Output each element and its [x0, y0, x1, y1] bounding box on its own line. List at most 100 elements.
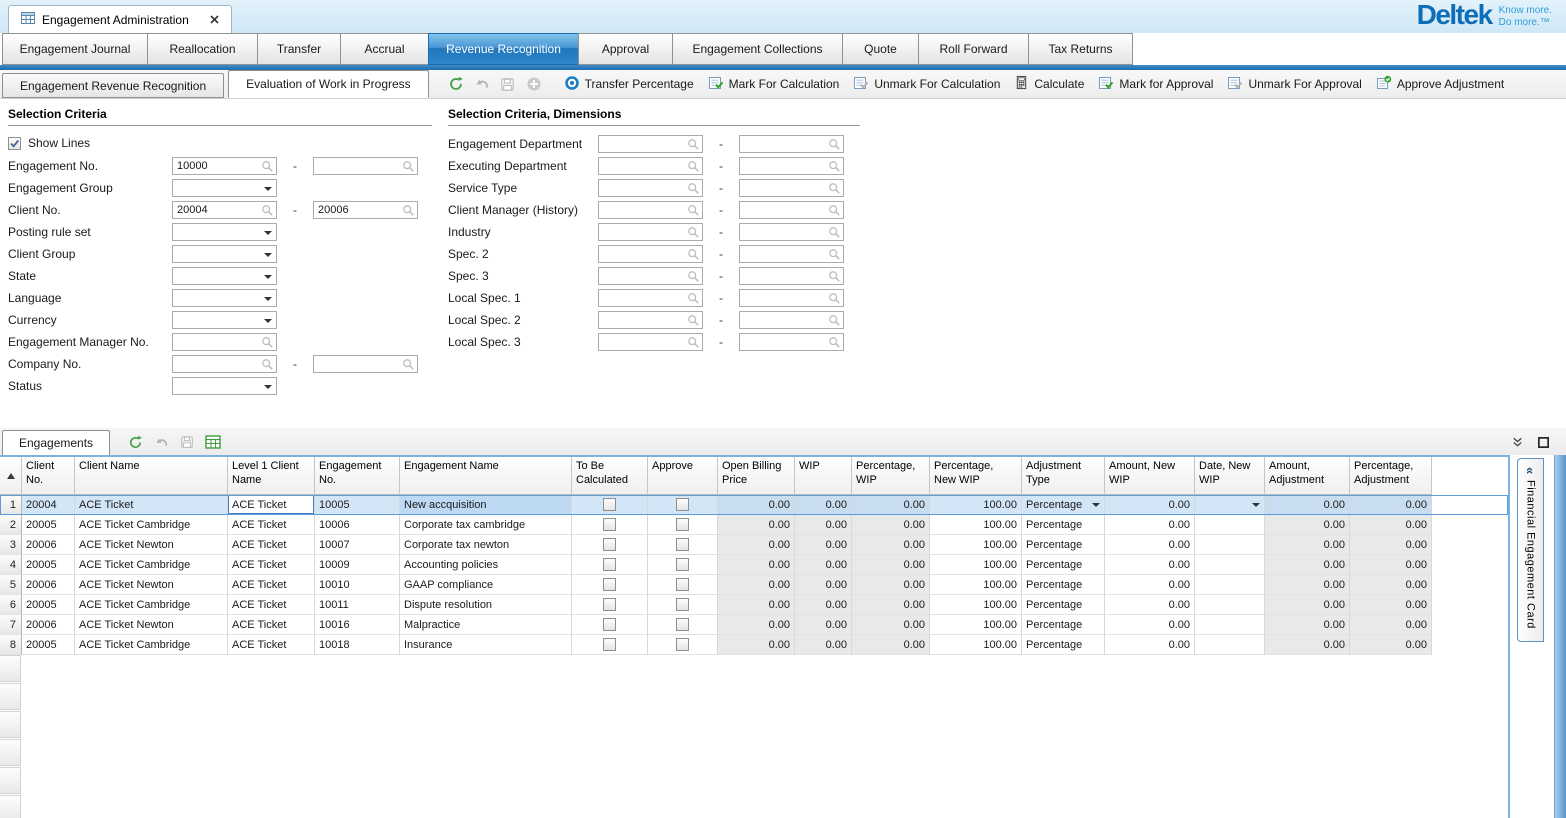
- cell-date_new_wip[interactable]: [1195, 555, 1265, 575]
- row-number[interactable]: 6: [0, 595, 22, 615]
- column-header-level1_client_name[interactable]: Level 1 Client Name: [228, 457, 315, 495]
- engagement-group-dropdown[interactable]: [172, 179, 277, 197]
- to_be_calculated-checkbox[interactable]: [603, 498, 616, 511]
- search-icon[interactable]: [261, 160, 274, 176]
- cell-to_be_calculated[interactable]: [572, 635, 648, 655]
- search-icon[interactable]: [828, 248, 841, 264]
- transfer-percentage-button[interactable]: Transfer Percentage: [557, 72, 701, 96]
- cell-approve[interactable]: [648, 515, 718, 535]
- search-icon[interactable]: [687, 270, 700, 286]
- main-tab-engagement-collections[interactable]: Engagement Collections: [672, 33, 843, 65]
- search-icon[interactable]: [261, 358, 274, 374]
- main-tab-accrual[interactable]: Accrual: [340, 33, 429, 65]
- cell-to_be_calculated[interactable]: [572, 575, 648, 595]
- currency-dropdown[interactable]: [172, 311, 277, 329]
- state-dropdown[interactable]: [172, 267, 277, 285]
- main-tab-reallocation[interactable]: Reallocation: [147, 33, 258, 65]
- main-tab-engagement-journal[interactable]: Engagement Journal: [2, 33, 148, 65]
- approve-checkbox[interactable]: [676, 598, 689, 611]
- posting-rule-set-dropdown[interactable]: [172, 223, 277, 241]
- table-view-icon[interactable]: [202, 431, 224, 453]
- client-group-dropdown[interactable]: [172, 245, 277, 263]
- engagement-department-to-input[interactable]: [739, 135, 844, 153]
- row-number[interactable]: 5: [0, 575, 22, 595]
- row-number[interactable]: 2: [0, 515, 22, 535]
- sub-tab-evaluation-of-work-in-progress[interactable]: Evaluation of Work in Progress: [228, 70, 429, 98]
- column-header-amount_adjustment[interactable]: Amount, Adjustment: [1265, 457, 1350, 495]
- search-icon[interactable]: [828, 138, 841, 154]
- approve-checkbox[interactable]: [676, 498, 689, 511]
- maximize-panel-icon[interactable]: [1534, 433, 1552, 451]
- search-icon[interactable]: [687, 314, 700, 330]
- undo-button[interactable]: [150, 431, 172, 453]
- cell-date_new_wip[interactable]: [1195, 535, 1265, 555]
- calculate-button[interactable]: Calculate: [1007, 72, 1091, 96]
- row-number[interactable]: 7: [0, 615, 22, 635]
- table-row[interactable]: 120004ACE TicketACE Ticket10005New accqu…: [0, 495, 1508, 515]
- to_be_calculated-checkbox[interactable]: [603, 598, 616, 611]
- cell-adjustment_type[interactable]: Percentage: [1022, 615, 1105, 635]
- cell-adjustment_type[interactable]: Percentage: [1022, 515, 1105, 535]
- spec-3-from-input[interactable]: [598, 267, 703, 285]
- document-tab-engagement-administration[interactable]: Engagement Administration: [8, 5, 232, 33]
- collapse-panel-icon[interactable]: [1508, 433, 1526, 451]
- search-icon[interactable]: [828, 292, 841, 308]
- table-row[interactable]: 320006ACE Ticket NewtonACE Ticket10007Co…: [0, 535, 1508, 555]
- search-icon[interactable]: [687, 248, 700, 264]
- table-row[interactable]: 420005ACE Ticket CambridgeACE Ticket1000…: [0, 555, 1508, 575]
- engagement-no-from-input[interactable]: 10000: [172, 157, 277, 175]
- search-icon[interactable]: [828, 182, 841, 198]
- to_be_calculated-checkbox[interactable]: [603, 518, 616, 531]
- cell-date_new_wip[interactable]: [1195, 635, 1265, 655]
- cell-adjustment_type[interactable]: Percentage: [1022, 535, 1105, 555]
- local-spec-2-to-input[interactable]: [739, 311, 844, 329]
- column-header-date_new_wip[interactable]: Date, New WIP: [1195, 457, 1265, 495]
- engagement-department-from-input[interactable]: [598, 135, 703, 153]
- search-icon[interactable]: [687, 182, 700, 198]
- cell-to_be_calculated[interactable]: [572, 615, 648, 635]
- unmark-for-approval-button[interactable]: Unmark For Approval: [1220, 72, 1368, 96]
- main-tab-transfer[interactable]: Transfer: [257, 33, 341, 65]
- search-icon[interactable]: [687, 336, 700, 352]
- search-icon[interactable]: [261, 336, 274, 352]
- column-header-open_billing_price[interactable]: Open Billing Price: [718, 457, 795, 495]
- cell-to_be_calculated[interactable]: [572, 495, 648, 515]
- main-tab-approval[interactable]: Approval: [578, 33, 673, 65]
- column-header-engagement_name[interactable]: Engagement Name: [400, 457, 572, 495]
- cell-date_new_wip[interactable]: [1195, 575, 1265, 595]
- sub-tab-engagement-revenue-recognition[interactable]: Engagement Revenue Recognition: [2, 73, 224, 98]
- tab-engagements[interactable]: Engagements: [2, 430, 110, 455]
- table-row[interactable]: 520006ACE Ticket NewtonACE Ticket10010GA…: [0, 575, 1508, 595]
- column-header-adjustment_type[interactable]: Adjustment Type: [1022, 457, 1105, 495]
- main-tab-tax-returns[interactable]: Tax Returns: [1028, 33, 1133, 65]
- search-icon[interactable]: [828, 270, 841, 286]
- financial-engagement-card-tab[interactable]: « Financial Engagement Card: [1517, 458, 1544, 642]
- row-number[interactable]: 4: [0, 555, 22, 575]
- local-spec-3-to-input[interactable]: [739, 333, 844, 351]
- search-icon[interactable]: [402, 358, 415, 374]
- spec-2-from-input[interactable]: [598, 245, 703, 263]
- cell-approve[interactable]: [648, 635, 718, 655]
- search-icon[interactable]: [828, 314, 841, 330]
- local-spec-1-to-input[interactable]: [739, 289, 844, 307]
- cell-approve[interactable]: [648, 535, 718, 555]
- cell-adjustment_type[interactable]: Percentage: [1022, 495, 1105, 515]
- executing-department-to-input[interactable]: [739, 157, 844, 175]
- column-header-percentage_wip[interactable]: Percentage, WIP: [852, 457, 930, 495]
- cell-adjustment_type[interactable]: Percentage: [1022, 635, 1105, 655]
- company-no-to-input[interactable]: [313, 355, 418, 373]
- industry-to-input[interactable]: [739, 223, 844, 241]
- engagement-no-to-input[interactable]: [313, 157, 418, 175]
- show-lines-checkbox[interactable]: [8, 137, 21, 150]
- search-icon[interactable]: [687, 160, 700, 176]
- executing-department-from-input[interactable]: [598, 157, 703, 175]
- refresh-button[interactable]: [445, 73, 467, 95]
- cell-approve[interactable]: [648, 495, 718, 515]
- search-icon[interactable]: [687, 204, 700, 220]
- table-row[interactable]: 220005ACE Ticket CambridgeACE Ticket1000…: [0, 515, 1508, 535]
- column-header-percentage_adjustment[interactable]: Percentage, Adjustment: [1350, 457, 1432, 495]
- approve-checkbox[interactable]: [676, 618, 689, 631]
- cell-date_new_wip[interactable]: [1195, 495, 1265, 515]
- search-icon[interactable]: [828, 204, 841, 220]
- cell-approve[interactable]: [648, 555, 718, 575]
